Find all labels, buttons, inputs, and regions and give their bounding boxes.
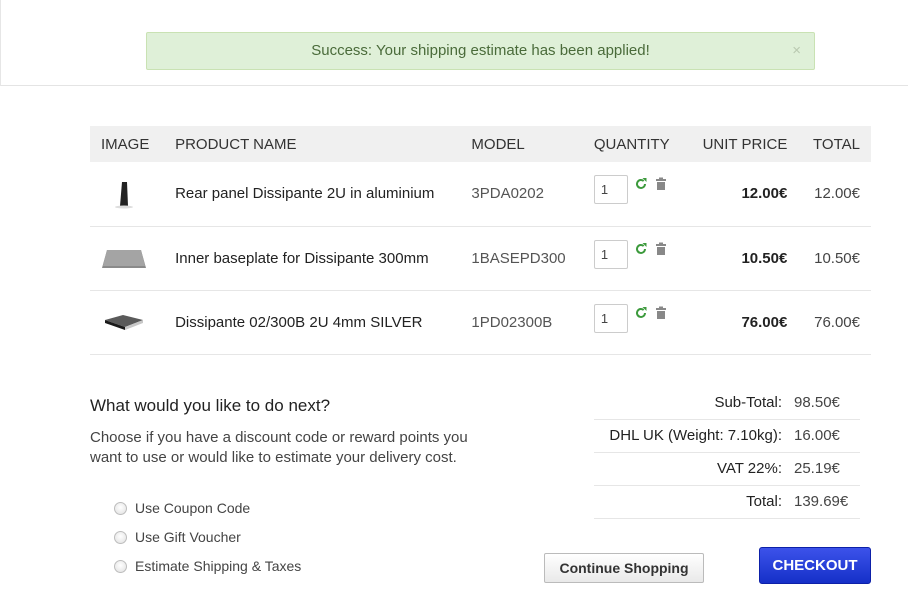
vat-value: 25.19€ bbox=[794, 460, 840, 477]
product-model: 1PD02300B bbox=[471, 313, 553, 331]
product-image-cell bbox=[90, 226, 164, 290]
grand-total-value: 139.69€ bbox=[794, 493, 849, 510]
gift-voucher-radio[interactable] bbox=[114, 530, 127, 544]
trash-icon[interactable] bbox=[654, 242, 668, 256]
quantity-cell bbox=[583, 290, 686, 354]
continue-shopping-button[interactable]: Continue Shopping bbox=[544, 553, 704, 583]
product-name[interactable]: Rear panel Dissipante 2U in aluminium bbox=[164, 162, 460, 226]
col-product-name: PRODUCT NAME bbox=[175, 135, 297, 153]
success-alert: Success: Your shipping estimate has been… bbox=[146, 32, 815, 70]
trash-icon[interactable] bbox=[654, 306, 668, 320]
product-name[interactable]: Inner baseplate for Dissipante 300mm bbox=[164, 226, 460, 290]
shipping-value: 16.00€ bbox=[794, 427, 840, 444]
product-model: 3PDA0202 bbox=[471, 185, 544, 203]
col-image: IMAGE bbox=[101, 135, 150, 153]
col-model: MODEL bbox=[471, 135, 525, 153]
refresh-icon[interactable] bbox=[634, 177, 648, 191]
unit-price: 12.00€ bbox=[741, 185, 788, 203]
totals-row: VAT 22%: 25.19€ bbox=[594, 452, 860, 485]
coupon-radio[interactable] bbox=[114, 501, 127, 515]
estimate-shipping-radio[interactable] bbox=[114, 559, 127, 573]
enclosure-product-icon[interactable] bbox=[101, 307, 147, 337]
quantity-input[interactable] bbox=[593, 175, 628, 205]
totals-row: Sub-Total: 98.50€ bbox=[594, 386, 860, 419]
option-coupon[interactable]: Use Coupon Code bbox=[114, 500, 250, 516]
table-row: Dissipante 02/300B 2U 4mm SILVER 1PD0230… bbox=[90, 290, 871, 354]
totals-table: Sub-Total: 98.50€ DHL UK (Weight: 7.10kg… bbox=[594, 386, 860, 519]
refresh-icon[interactable] bbox=[634, 306, 648, 320]
subtotal-label: Sub-Total: bbox=[714, 393, 782, 411]
subtotal-value: 98.50€ bbox=[794, 393, 840, 411]
product-name[interactable]: Dissipante 02/300B 2U 4mm SILVER bbox=[164, 290, 460, 354]
col-quantity: QUANTITY bbox=[593, 135, 670, 153]
next-steps-title: What would you like to do next? bbox=[90, 396, 331, 415]
panel-product-icon[interactable] bbox=[101, 179, 147, 209]
shipping-label: DHL UK (Weight: 7.10kg): bbox=[609, 427, 782, 444]
row-total: 10.50€ bbox=[814, 249, 860, 267]
left-rule bbox=[0, 0, 1, 86]
quantity-input[interactable] bbox=[593, 239, 628, 269]
alert-message: Success: Your shipping estimate has been… bbox=[311, 42, 650, 59]
baseplate-product-icon[interactable] bbox=[101, 243, 147, 273]
vat-label: VAT 22%: bbox=[716, 460, 782, 477]
close-icon[interactable]: × bbox=[792, 33, 801, 69]
cart-header-row: IMAGE PRODUCT NAME MODEL QUANTITY UNIT P… bbox=[90, 126, 871, 162]
checkout-button[interactable]: CHECKOUT bbox=[759, 547, 871, 584]
totals-row: DHL UK (Weight: 7.10kg): 16.00€ bbox=[594, 419, 860, 452]
refresh-icon[interactable] bbox=[634, 242, 648, 256]
table-row: Inner baseplate for Dissipante 300mm 1BA… bbox=[90, 226, 871, 290]
unit-price: 76.00€ bbox=[741, 313, 788, 331]
product-image-cell bbox=[90, 290, 164, 354]
col-total: TOTAL bbox=[813, 135, 860, 153]
table-row: Rear panel Dissipante 2U in aluminium 3P… bbox=[90, 162, 871, 226]
next-steps-description: Choose if you have a discount code or re… bbox=[90, 429, 468, 466]
quantity-input[interactable] bbox=[593, 303, 628, 333]
product-model: 1BASEPD300 bbox=[471, 249, 566, 267]
option-label: Use Coupon Code bbox=[135, 500, 251, 516]
row-total: 12.00€ bbox=[814, 185, 860, 203]
trash-icon[interactable] bbox=[654, 177, 668, 191]
option-gift-voucher[interactable]: Use Gift Voucher bbox=[114, 529, 241, 545]
option-estimate-shipping[interactable]: Estimate Shipping & Taxes bbox=[114, 558, 301, 574]
unit-price: 10.50€ bbox=[741, 249, 788, 267]
grand-total-label: Total: bbox=[746, 493, 782, 510]
option-label: Use Gift Voucher bbox=[135, 529, 241, 545]
row-total: 76.00€ bbox=[814, 313, 860, 331]
quantity-cell bbox=[583, 162, 686, 226]
quantity-cell bbox=[583, 226, 686, 290]
option-label: Estimate Shipping & Taxes bbox=[135, 558, 302, 574]
totals-row: Total: 139.69€ bbox=[594, 485, 860, 518]
product-image-cell bbox=[90, 162, 164, 226]
col-unit-price: UNIT PRICE bbox=[702, 135, 788, 153]
cart-table: IMAGE PRODUCT NAME MODEL QUANTITY UNIT P… bbox=[90, 126, 871, 355]
